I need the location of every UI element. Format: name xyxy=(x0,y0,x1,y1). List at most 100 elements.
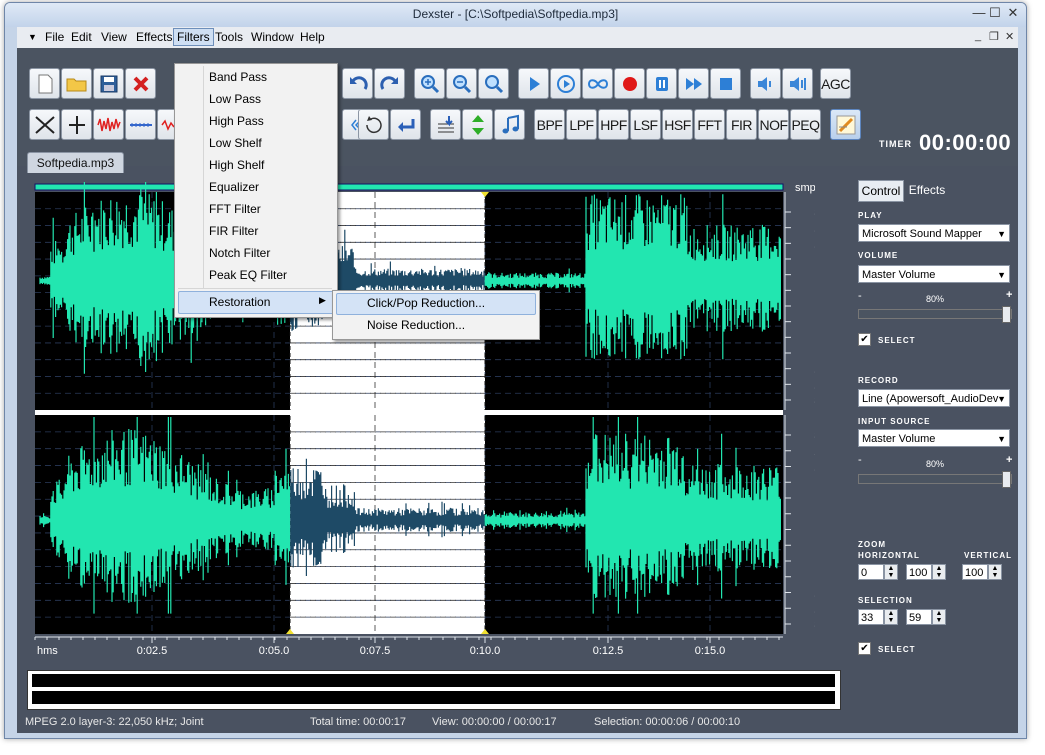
selection-end-spinner[interactable]: ▲ ▼ xyxy=(932,609,946,625)
menu-item-equalizer[interactable]: Equalizer xyxy=(209,180,259,194)
edit-pencil-icon[interactable] xyxy=(830,109,861,140)
overview-strip[interactable] xyxy=(27,670,841,710)
fade-icon[interactable] xyxy=(29,109,60,140)
hsf-button[interactable]: HSF xyxy=(662,109,693,140)
status-selection: Selection: 00:00:06 / 00:00:10 xyxy=(594,716,741,728)
menu-item-noise-reduction[interactable]: Noise Reduction... xyxy=(367,318,465,332)
amplitude-tick-label: 25000 xyxy=(814,603,815,615)
input-source-label: INPUT SOURCE xyxy=(858,417,931,426)
menu-item-low-shelf[interactable]: Low Shelf xyxy=(209,136,262,150)
loop-icon[interactable] xyxy=(582,68,613,99)
menu-item-fft-filter[interactable]: FFT Filter xyxy=(209,202,261,216)
amplitude-tick-label: 20000 xyxy=(814,588,815,600)
selection-start-spinner[interactable]: ▲ ▼ xyxy=(884,609,898,625)
menu-filters[interactable]: Filters xyxy=(173,28,214,46)
menu-file[interactable]: File xyxy=(42,29,67,45)
normalize-icon[interactable] xyxy=(61,109,92,140)
amplitude-tick-label: 10000 xyxy=(814,493,815,505)
menu-item-low-pass[interactable]: Low Pass xyxy=(209,92,261,106)
volume-source-select[interactable]: Master Volume ▼ xyxy=(858,265,1010,283)
tempo-icon[interactable] xyxy=(390,109,421,140)
menu-item-high-pass[interactable]: High Pass xyxy=(209,114,264,128)
menu-item-click-pop-reduction[interactable]: Click/Pop Reduction... xyxy=(336,293,536,315)
input-source-select[interactable]: Master Volume ▼ xyxy=(858,429,1010,447)
zoom-h-max-spinner[interactable]: ▲ ▼ xyxy=(932,564,946,580)
mdi-minimize-button[interactable]: _ xyxy=(975,30,981,42)
select-checkbox[interactable]: ✔ xyxy=(858,333,871,346)
menu-edit[interactable]: Edit xyxy=(68,29,95,45)
zoom-v-spinner[interactable]: ▲ ▼ xyxy=(988,564,1002,580)
select-checkbox-2[interactable]: ✔ xyxy=(858,642,871,655)
undo-icon[interactable] xyxy=(342,68,373,99)
zoom-h-min-spinner[interactable]: ▲ ▼ xyxy=(884,564,898,580)
menu-item-peak-eq-filter[interactable]: Peak EQ Filter xyxy=(209,268,287,282)
zoom-h-max-input[interactable]: 100 xyxy=(906,564,932,580)
zoom-h-min-input[interactable]: 0 xyxy=(858,564,884,580)
reverse-icon[interactable] xyxy=(358,109,389,140)
peq-button[interactable]: PEQ xyxy=(790,109,821,140)
lsf-button[interactable]: LSF xyxy=(630,109,661,140)
menu-item-restoration[interactable]: Restoration ▶ xyxy=(178,291,334,314)
nof-button[interactable]: NOF xyxy=(758,109,789,140)
mdi-restore-button[interactable]: ❐ xyxy=(989,30,999,43)
waveform-view[interactable]: smpl300002500020000150001000050000500010… xyxy=(25,182,815,662)
system-menu-icon[interactable]: ▼ xyxy=(25,29,40,45)
music-note-icon[interactable] xyxy=(494,109,525,140)
save-icon[interactable] xyxy=(93,68,124,99)
time-tick-label: 0:10.0 xyxy=(470,645,501,657)
pitch-icon[interactable] xyxy=(430,109,461,140)
redo-icon[interactable] xyxy=(374,68,405,99)
amplitude-tick-label: 25000 xyxy=(814,223,815,235)
fft-button[interactable]: FFT xyxy=(694,109,725,140)
hpf-button[interactable]: HPF xyxy=(598,109,629,140)
play-device-select[interactable]: Microsoft Sound Mapper ▼ xyxy=(858,224,1010,242)
record-icon[interactable] xyxy=(614,68,645,99)
title-bar[interactable]: Dexster - [C:\Softpedia\Softpedia.mp3] —… xyxy=(5,3,1026,27)
menu-window[interactable]: Window xyxy=(248,29,297,45)
amplify-icon[interactable] xyxy=(93,109,124,140)
silence-icon[interactable] xyxy=(125,109,156,140)
input-slider-thumb[interactable] xyxy=(1002,471,1011,488)
menu-item-band-pass[interactable]: Band Pass xyxy=(209,70,267,84)
volume-slider[interactable] xyxy=(858,306,1012,323)
menu-view[interactable]: View xyxy=(98,29,130,45)
minimize-button[interactable]: — xyxy=(972,5,986,23)
menu-item-fir-filter[interactable]: FIR Filter xyxy=(209,224,258,238)
menu-item-notch-filter[interactable]: Notch Filter xyxy=(209,246,270,260)
menu-help[interactable]: Help xyxy=(297,29,328,45)
menu-effects[interactable]: Effects xyxy=(133,29,175,45)
stretch-icon[interactable] xyxy=(462,109,493,140)
new-file-icon[interactable] xyxy=(29,68,60,99)
toolbar-area: AGC BPF LPF HPF LSF HSF FFT FIR NOF PEQ … xyxy=(17,48,1018,166)
tab-control[interactable]: Control xyxy=(858,180,904,202)
selection-start-input[interactable]: 33 xyxy=(858,609,884,625)
close-button[interactable]: ✕ xyxy=(1004,5,1022,23)
tab-effects[interactable]: Effects xyxy=(904,180,950,200)
delete-icon[interactable] xyxy=(125,68,156,99)
zoom-fit-icon[interactable] xyxy=(478,68,509,99)
volume-up-icon[interactable] xyxy=(782,68,813,99)
input-slider[interactable] xyxy=(858,471,1012,488)
selection-end-input[interactable]: 59 xyxy=(906,609,932,625)
zoom-v-input[interactable]: 100 xyxy=(962,564,988,580)
play-icon[interactable] xyxy=(518,68,549,99)
zoom-in-icon[interactable] xyxy=(414,68,445,99)
stop-icon[interactable] xyxy=(710,68,741,99)
pause-icon[interactable] xyxy=(646,68,677,99)
maximize-button[interactable]: ☐ xyxy=(988,5,1002,23)
mdi-close-button[interactable]: ✕ xyxy=(1005,30,1014,43)
agc-button[interactable]: AGC xyxy=(820,68,851,99)
volume-down-icon[interactable] xyxy=(750,68,781,99)
fir-button[interactable]: FIR xyxy=(726,109,757,140)
menu-tools[interactable]: Tools xyxy=(212,29,246,45)
bpf-button[interactable]: BPF xyxy=(534,109,565,140)
menu-item-high-shelf[interactable]: High Shelf xyxy=(209,158,264,172)
play-selection-icon[interactable] xyxy=(550,68,581,99)
record-device-select[interactable]: Line (Apowersoft_AudioDev ▼ xyxy=(858,389,1010,407)
open-folder-icon[interactable] xyxy=(61,68,92,99)
fast-forward-icon[interactable] xyxy=(678,68,709,99)
tab-softpedia-mp3[interactable]: Softpedia.mp3 xyxy=(27,152,124,173)
lpf-button[interactable]: LPF xyxy=(566,109,597,140)
volume-slider-thumb[interactable] xyxy=(1002,306,1011,323)
zoom-out-icon[interactable] xyxy=(446,68,477,99)
